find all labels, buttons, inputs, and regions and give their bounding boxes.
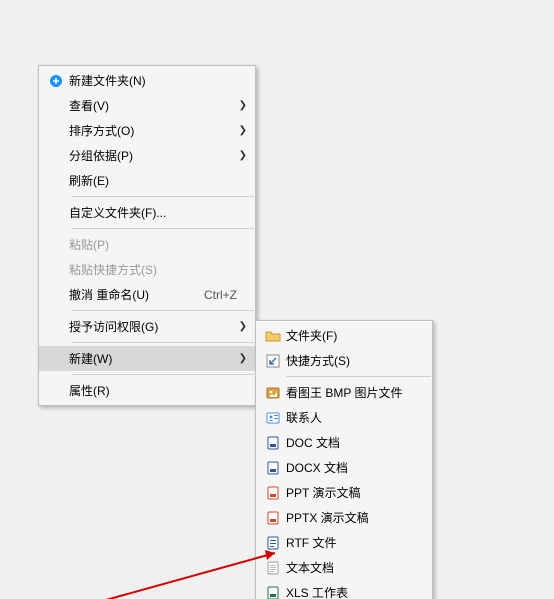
menu-item-groupby[interactable]: 分组依据(P) ❯ (39, 143, 255, 168)
menu-item-label: 粘贴快捷方式(S) (69, 261, 237, 278)
new-menu-item-shortcut[interactable]: 快捷方式(S) (256, 348, 432, 373)
menu-item-properties[interactable]: 属性(R) (39, 378, 255, 403)
bmp-icon (260, 385, 286, 401)
menu-item-label: 排序方式(O) (69, 122, 237, 139)
chevron-right-icon: ❯ (237, 353, 247, 364)
menu-item-label: 刷新(E) (69, 172, 237, 189)
separator (72, 196, 254, 197)
menu-item-label: DOC 文档 (286, 434, 424, 451)
txt-icon (260, 560, 286, 576)
new-menu-item-pptx[interactable]: PPTX 演示文稿 (256, 505, 432, 530)
new-menu-item-xls[interactable]: XLS 工作表 (256, 580, 432, 599)
separator (72, 310, 254, 311)
doc-icon (260, 435, 286, 451)
menu-item-label: XLS 工作表 (286, 584, 424, 599)
new-menu-item-ppt[interactable]: PPT 演示文稿 (256, 480, 432, 505)
ppt-icon (260, 485, 286, 501)
chevron-right-icon: ❯ (237, 100, 247, 111)
new-menu-item-rtf[interactable]: RTF 文件 (256, 530, 432, 555)
separator (72, 342, 254, 343)
docx-icon (260, 460, 286, 476)
menu-item-give-access[interactable]: 授予访问权限(G) ❯ (39, 314, 255, 339)
menu-item-label: 授予访问权限(G) (69, 318, 237, 335)
chevron-right-icon: ❯ (237, 150, 247, 161)
menu-item-view[interactable]: 查看(V) ❯ (39, 93, 255, 118)
menu-item-label: 粘贴(P) (69, 236, 237, 253)
folder-icon (260, 328, 286, 344)
new-menu-item-doc[interactable]: DOC 文档 (256, 430, 432, 455)
menu-item-shortcut: Ctrl+Z (204, 288, 237, 302)
new-menu-item-bmp[interactable]: 看图王 BMP 图片文件 (256, 380, 432, 405)
menu-item-new-folder[interactable]: 新建文件夹(N) (39, 68, 255, 93)
menu-item-sort[interactable]: 排序方式(O) ❯ (39, 118, 255, 143)
menu-item-label: 查看(V) (69, 97, 237, 114)
menu-item-label: 属性(R) (69, 382, 237, 399)
menu-item-label: 新建文件夹(N) (69, 72, 237, 89)
new-menu-item-docx[interactable]: DOCX 文档 (256, 455, 432, 480)
menu-item-label: 自定义文件夹(F)... (69, 204, 237, 221)
menu-item-label: 新建(W) (69, 350, 237, 367)
context-menu-new: 文件夹(F) 快捷方式(S) 看图王 BMP 图片文件 联系人 DOC 文档 D… (255, 320, 433, 599)
new-menu-item-txt[interactable]: 文本文档 (256, 555, 432, 580)
rtf-icon (260, 535, 286, 551)
menu-item-paste-shortcut: 粘贴快捷方式(S) (39, 257, 255, 282)
separator (72, 374, 254, 375)
menu-item-label: 文件夹(F) (286, 327, 424, 344)
new-menu-item-folder[interactable]: 文件夹(F) (256, 323, 432, 348)
menu-item-label: 文本文档 (286, 559, 424, 576)
menu-item-undo-rename[interactable]: 撤消 重命名(U) Ctrl+Z (39, 282, 255, 307)
menu-item-label: PPT 演示文稿 (286, 484, 424, 501)
menu-item-new[interactable]: 新建(W) ❯ (39, 346, 255, 371)
new-folder-icon (43, 73, 69, 89)
menu-item-label: 快捷方式(S) (286, 352, 424, 369)
menu-item-label: 联系人 (286, 409, 424, 426)
context-menu-main: 新建文件夹(N) 查看(V) ❯ 排序方式(O) ❯ 分组依据(P) ❯ 刷新(… (38, 65, 256, 406)
pptx-icon (260, 510, 286, 526)
menu-item-label: DOCX 文档 (286, 459, 424, 476)
menu-item-paste: 粘贴(P) (39, 232, 255, 257)
menu-item-customize-folder[interactable]: 自定义文件夹(F)... (39, 200, 255, 225)
menu-item-label: 撤消 重命名(U) (69, 286, 194, 303)
new-menu-item-contact[interactable]: 联系人 (256, 405, 432, 430)
chevron-right-icon: ❯ (237, 321, 247, 332)
separator (286, 376, 431, 377)
xls-icon (260, 585, 286, 599)
menu-item-label: RTF 文件 (286, 534, 424, 551)
contact-icon (260, 410, 286, 426)
shortcut-icon (260, 353, 286, 369)
menu-item-label: 看图王 BMP 图片文件 (286, 384, 424, 401)
chevron-right-icon: ❯ (237, 125, 247, 136)
menu-item-refresh[interactable]: 刷新(E) (39, 168, 255, 193)
menu-item-label: 分组依据(P) (69, 147, 237, 164)
separator (72, 228, 254, 229)
menu-item-label: PPTX 演示文稿 (286, 509, 424, 526)
